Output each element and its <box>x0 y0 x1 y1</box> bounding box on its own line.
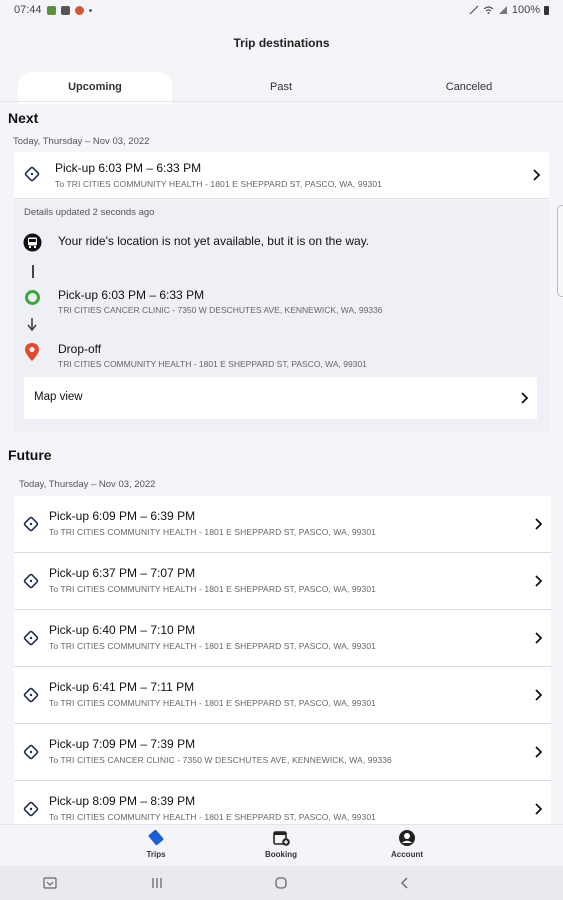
nav-booking-label: Booking <box>265 850 297 859</box>
trip-title: Pick-up 6:40 PM – 7:10 PM <box>49 623 196 637</box>
next-trip-subtitle: To TRI CITIES COMMUNITY HEALTH - 1801 E … <box>55 179 382 189</box>
trip-subtitle: To TRI CITIES COMMUNITY HEALTH - 1801 E … <box>49 698 376 708</box>
chevron-right-icon <box>535 632 543 644</box>
details-pickup-title: Pick-up 6:03 PM – 6:33 PM <box>58 288 205 302</box>
keyboard-toggle-icon[interactable] <box>42 876 58 890</box>
nav-trips-label: Trips <box>146 850 166 859</box>
ticket-icon <box>24 166 40 182</box>
tab-bar: Upcoming Past Canceled <box>0 72 563 104</box>
arrow-down-icon <box>27 318 37 332</box>
tab-upcoming[interactable]: Upcoming <box>18 72 172 104</box>
back-icon[interactable] <box>398 876 412 890</box>
signal-icon <box>498 6 507 14</box>
chevron-right-icon <box>535 518 543 530</box>
system-navigation-bar <box>0 866 563 900</box>
page-title: Trip destinations <box>233 36 330 50</box>
trip-title: Pick-up 6:09 PM – 6:39 PM <box>49 509 196 523</box>
chevron-right-icon <box>521 392 529 404</box>
map-view-button[interactable]: Map view <box>24 377 537 419</box>
mute-icon <box>469 5 479 15</box>
ticket-icon <box>148 829 164 846</box>
trip-subtitle: To TRI CITIES COMMUNITY HEALTH - 1801 E … <box>49 641 376 651</box>
future-trip-row[interactable]: Pick-up 6:09 PM – 6:39 PM To TRI CITIES … <box>14 496 551 553</box>
dropoff-pin-icon <box>25 343 39 361</box>
tab-past[interactable]: Past <box>206 72 356 104</box>
account-icon <box>399 830 415 846</box>
future-trip-row[interactable]: Pick-up 6:37 PM – 7:07 PM To TRI CITIES … <box>14 553 551 610</box>
vehicle-icon <box>23 233 42 252</box>
ticket-icon <box>23 744 39 760</box>
ticket-icon <box>23 573 39 589</box>
ticket-icon <box>23 516 39 532</box>
nav-booking[interactable]: Booking <box>236 829 326 859</box>
chevron-right-icon <box>533 169 541 181</box>
future-heading: Future <box>8 447 52 463</box>
chevron-right-icon <box>535 689 543 701</box>
details-dropoff-title: Drop-off <box>58 342 102 356</box>
chevron-right-icon <box>535 575 543 587</box>
battery-percent: 100% <box>511 4 540 16</box>
trip-title: Pick-up 6:41 PM – 7:11 PM <box>49 680 195 694</box>
trip-title: Pick-up 6:37 PM – 7:07 PM <box>49 566 196 580</box>
more-notifications-icon <box>88 8 92 12</box>
next-heading: Next <box>8 110 39 126</box>
ticket-icon <box>23 687 39 703</box>
trip-details-panel: Details updated 2 seconds ago Your ride'… <box>14 200 549 432</box>
next-trip-title: Pick-up 6:03 PM – 6:33 PM <box>55 161 202 175</box>
map-view-label: Map view <box>34 391 83 403</box>
android-icon <box>46 5 56 15</box>
ticket-icon <box>23 801 39 817</box>
nav-account[interactable]: Account <box>362 829 452 859</box>
status-bar: 07:44 100% <box>0 0 563 22</box>
wifi-icon <box>483 6 494 14</box>
future-trip-row[interactable]: Pick-up 6:41 PM – 7:11 PM To TRI CITIES … <box>14 667 551 724</box>
trip-subtitle: To TRI CITIES CANCER CLINIC - 7350 W DES… <box>49 755 392 765</box>
future-trip-row[interactable]: Pick-up 7:09 PM – 7:39 PM To TRI CITIES … <box>14 724 551 781</box>
ticket-icon <box>23 630 39 646</box>
calendar-add-icon <box>273 831 290 846</box>
ride-location-message: Your ride's location is not yet availabl… <box>58 234 370 248</box>
chevron-right-icon <box>535 803 543 815</box>
pickup-circle-icon <box>25 290 40 305</box>
details-dropoff-address: TRI CITIES COMMUNITY HEALTH - 1801 E SHE… <box>58 359 367 369</box>
details-updated: Details updated 2 seconds ago <box>24 207 155 218</box>
chevron-right-icon <box>535 746 543 758</box>
edge-panel-handle[interactable] <box>557 205 563 297</box>
trip-title: Pick-up 8:09 PM – 8:39 PM <box>49 794 196 808</box>
battery-icon <box>544 5 549 15</box>
bottom-navigation: Trips Booking Account <box>0 824 563 865</box>
app-notification-icon <box>74 5 84 15</box>
home-icon[interactable] <box>274 876 288 890</box>
next-trip-card[interactable]: Pick-up 6:03 PM – 6:33 PM To TRI CITIES … <box>14 152 549 199</box>
route-connector <box>32 265 34 278</box>
future-trip-row[interactable]: Pick-up 6:40 PM – 7:10 PM To TRI CITIES … <box>14 610 551 667</box>
trip-title: Pick-up 7:09 PM – 7:39 PM <box>49 737 196 751</box>
next-date: Today, Thursday – Nov 03, 2022 <box>13 136 150 147</box>
future-date: Today, Thursday – Nov 03, 2022 <box>19 479 156 490</box>
nav-trips[interactable]: Trips <box>111 829 201 859</box>
trip-subtitle: To TRI CITIES COMMUNITY HEALTH - 1801 E … <box>49 584 376 594</box>
tab-canceled[interactable]: Canceled <box>394 72 544 104</box>
tab-divider <box>0 101 563 102</box>
trip-subtitle: To TRI CITIES COMMUNITY HEALTH - 1801 E … <box>49 527 376 537</box>
trip-subtitle: To TRI CITIES COMMUNITY HEALTH - 1801 E … <box>49 812 376 822</box>
nav-account-label: Account <box>391 850 423 859</box>
photo-icon <box>60 5 70 15</box>
future-trip-list: Pick-up 6:09 PM – 6:39 PM To TRI CITIES … <box>14 496 551 838</box>
status-time: 07:44 <box>14 4 42 16</box>
recent-apps-icon[interactable] <box>150 876 164 890</box>
details-pickup-address: TRI CITIES CANCER CLINIC - 7350 W DESCHU… <box>58 305 383 315</box>
